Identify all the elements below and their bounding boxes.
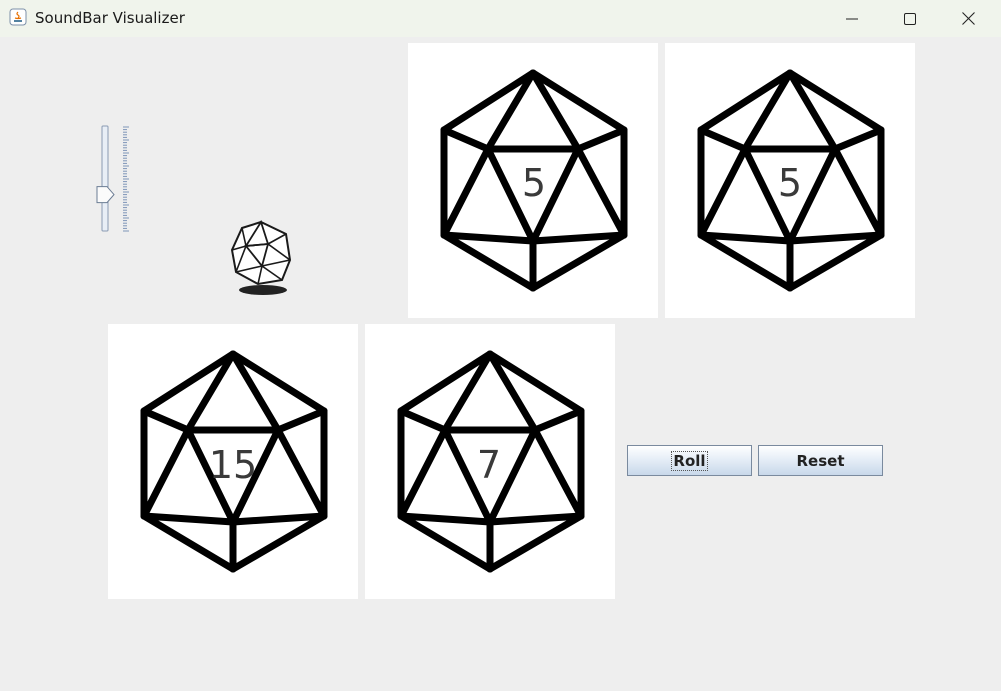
die-panel-2: 5 [665,43,915,318]
volume-slider[interactable] [96,125,132,235]
die-panel-1: 5 [408,43,658,318]
title-bar: SoundBar Visualizer [0,0,1001,37]
die-value: 5 [777,161,803,205]
close-icon [961,12,975,25]
slider-thumb[interactable] [96,186,115,204]
close-button[interactable] [939,0,997,37]
die-panel-3: 15 [108,324,358,599]
minimize-button[interactable] [823,0,881,37]
roll-button[interactable]: Roll [627,445,752,476]
die-value: 15 [208,443,258,487]
maximize-button[interactable] [881,0,939,37]
reset-button-label: Reset [796,451,845,470]
reset-button[interactable]: Reset [758,445,883,476]
die-value: 5 [521,161,547,205]
rolling-die-icon [228,219,294,298]
minimize-icon [846,18,858,19]
java-app-icon [9,8,27,26]
die-panel-4: 7 [365,324,615,599]
main-panel: 5 5 15 7 Roll Reset [0,37,1001,691]
maximize-icon [904,12,916,25]
window-title: SoundBar Visualizer [35,9,185,27]
die-value: 7 [476,443,502,487]
roll-button-label: Roll [671,450,708,471]
